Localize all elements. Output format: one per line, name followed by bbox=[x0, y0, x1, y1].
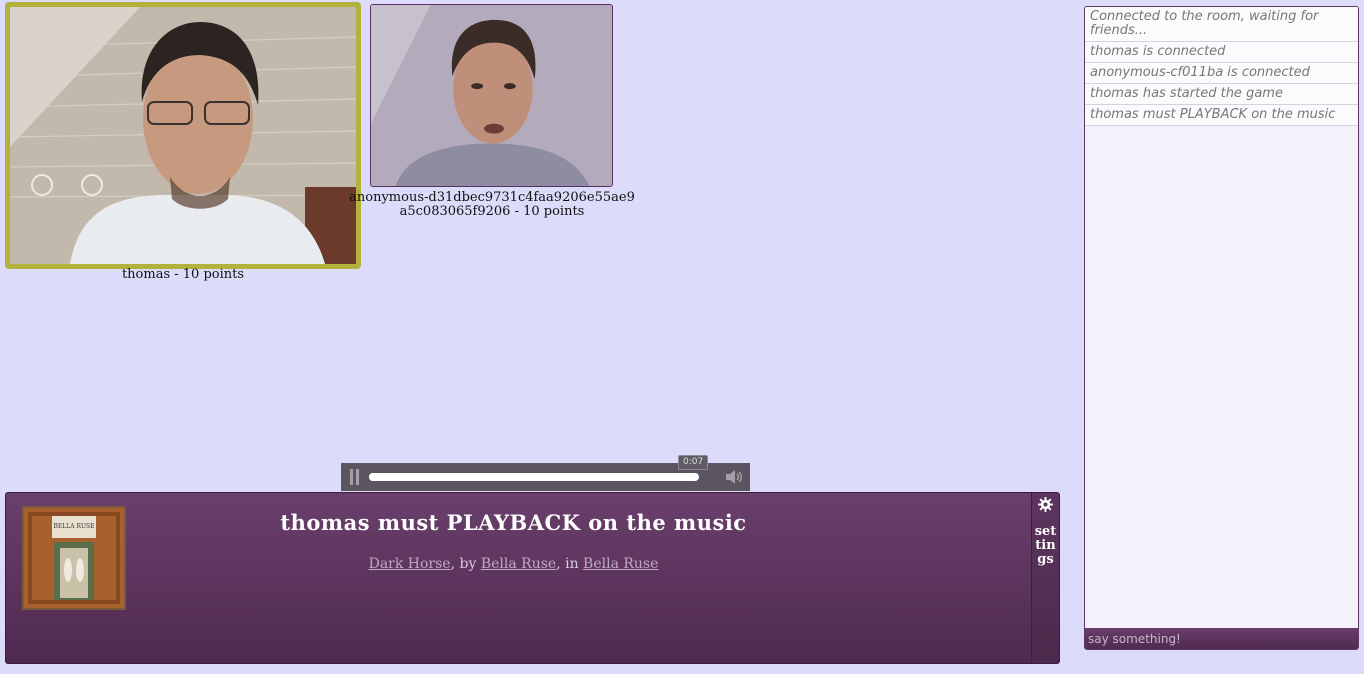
volume-icon[interactable] bbox=[724, 468, 744, 486]
album-art-title: BELLA RUSE bbox=[53, 523, 94, 530]
settings-label[interactable]: settings bbox=[1032, 525, 1059, 567]
chat-message: anonymous-cf011ba is connected bbox=[1085, 63, 1358, 84]
track-title-link[interactable]: Dark Horse bbox=[369, 556, 451, 572]
in-text: , in bbox=[556, 556, 584, 572]
webcam-feed-thomas bbox=[10, 7, 356, 264]
game-headline: thomas must PLAYBACK on the music bbox=[280, 510, 747, 535]
chat-panel: Connected to the room, waiting for frien… bbox=[1084, 6, 1359, 650]
game-panel: BELLA RUSE thomas must PLAYBACK on the m… bbox=[5, 492, 1060, 664]
player-label-thomas: thomas - 10 points bbox=[121, 267, 245, 282]
video-thomas bbox=[5, 2, 361, 269]
chat-message: thomas is connected bbox=[1085, 42, 1358, 63]
chat-message: Connected to the room, waiting for frien… bbox=[1085, 7, 1358, 42]
by-text: , by bbox=[450, 556, 481, 572]
player-label-anonymous: anonymous-d31dbec9731c4faa9206e55ae9a5c0… bbox=[349, 190, 635, 219]
progress-fill bbox=[369, 473, 696, 481]
current-time-tooltip: 0:07 bbox=[678, 455, 709, 470]
chat-message: thomas must PLAYBACK on the music bbox=[1085, 105, 1358, 126]
chat-message: thomas has started the game bbox=[1085, 84, 1358, 105]
gear-icon[interactable] bbox=[1038, 497, 1053, 512]
album-cover: BELLA RUSE bbox=[22, 506, 126, 610]
track-info: Dark Horse, by Bella Ruse, in Bella Ruse bbox=[126, 556, 901, 572]
album-link[interactable]: Bella Ruse bbox=[583, 556, 658, 572]
webcam-feed-anonymous bbox=[371, 5, 612, 186]
progress-bar[interactable] bbox=[369, 473, 699, 481]
settings-tab[interactable]: settings bbox=[1031, 493, 1059, 663]
video-anonymous bbox=[370, 4, 613, 187]
pause-icon[interactable] bbox=[349, 469, 361, 485]
artist-link[interactable]: Bella Ruse bbox=[481, 556, 556, 572]
chat-input[interactable] bbox=[1085, 628, 1358, 649]
audio-player: 0:07 bbox=[341, 455, 750, 491]
